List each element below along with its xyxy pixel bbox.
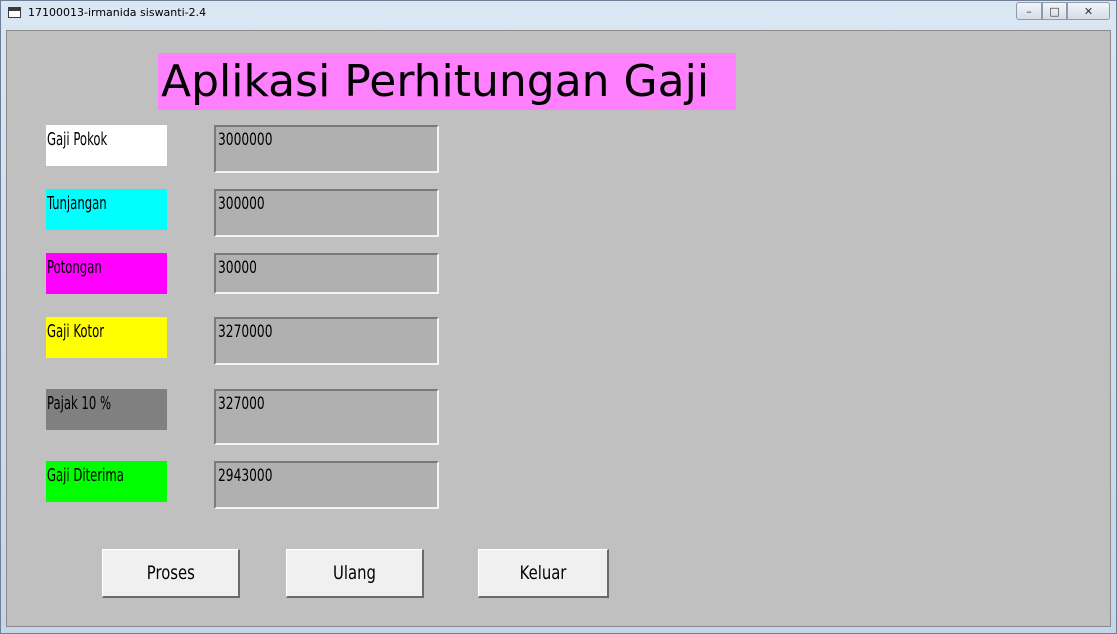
keluar-button[interactable]: Keluar — [478, 549, 609, 598]
minimize-icon: – — [1026, 4, 1032, 18]
pajak-field[interactable]: 327000 — [214, 389, 439, 445]
app-window: 17100013-irmanida siswanti-2.4 – □ ✕ Apl… — [0, 0, 1117, 634]
app-window-icon[interactable] — [8, 7, 21, 18]
tunjangan-field[interactable]: 300000 — [214, 189, 439, 237]
gaji-diterima-field[interactable]: 2943000 — [214, 461, 439, 509]
close-button[interactable]: ✕ — [1067, 2, 1110, 20]
close-icon: ✕ — [1083, 4, 1094, 18]
proses-button[interactable]: Proses — [102, 549, 240, 598]
maximize-button[interactable]: □ — [1042, 2, 1067, 20]
window-controls: – □ ✕ — [1016, 2, 1110, 20]
label-gaji-diterima: Gaji Diterima — [46, 461, 167, 502]
form-area: Aplikasi Perhitungan Gaji Gaji Pokok 300… — [6, 30, 1111, 627]
maximize-icon: □ — [1049, 4, 1060, 18]
label-pajak: Pajak 10 % — [46, 389, 167, 430]
window-title: 17100013-irmanida siswanti-2.4 — [28, 6, 207, 19]
gaji-kotor-field[interactable]: 3270000 — [214, 317, 439, 365]
page-title: Aplikasi Perhitungan Gaji — [158, 53, 736, 110]
minimize-button[interactable]: – — [1016, 2, 1042, 20]
ulang-button[interactable]: Ulang — [286, 549, 424, 598]
label-potongan: Potongan — [46, 253, 167, 294]
gaji-pokok-field[interactable]: 3000000 — [214, 125, 439, 173]
label-gaji-pokok: Gaji Pokok — [46, 125, 167, 166]
potongan-field[interactable]: 30000 — [214, 253, 439, 294]
label-tunjangan: Tunjangan — [46, 189, 167, 230]
label-gaji-kotor: Gaji Kotor — [46, 317, 167, 358]
title-bar[interactable]: 17100013-irmanida siswanti-2.4 – □ ✕ — [1, 1, 1116, 25]
